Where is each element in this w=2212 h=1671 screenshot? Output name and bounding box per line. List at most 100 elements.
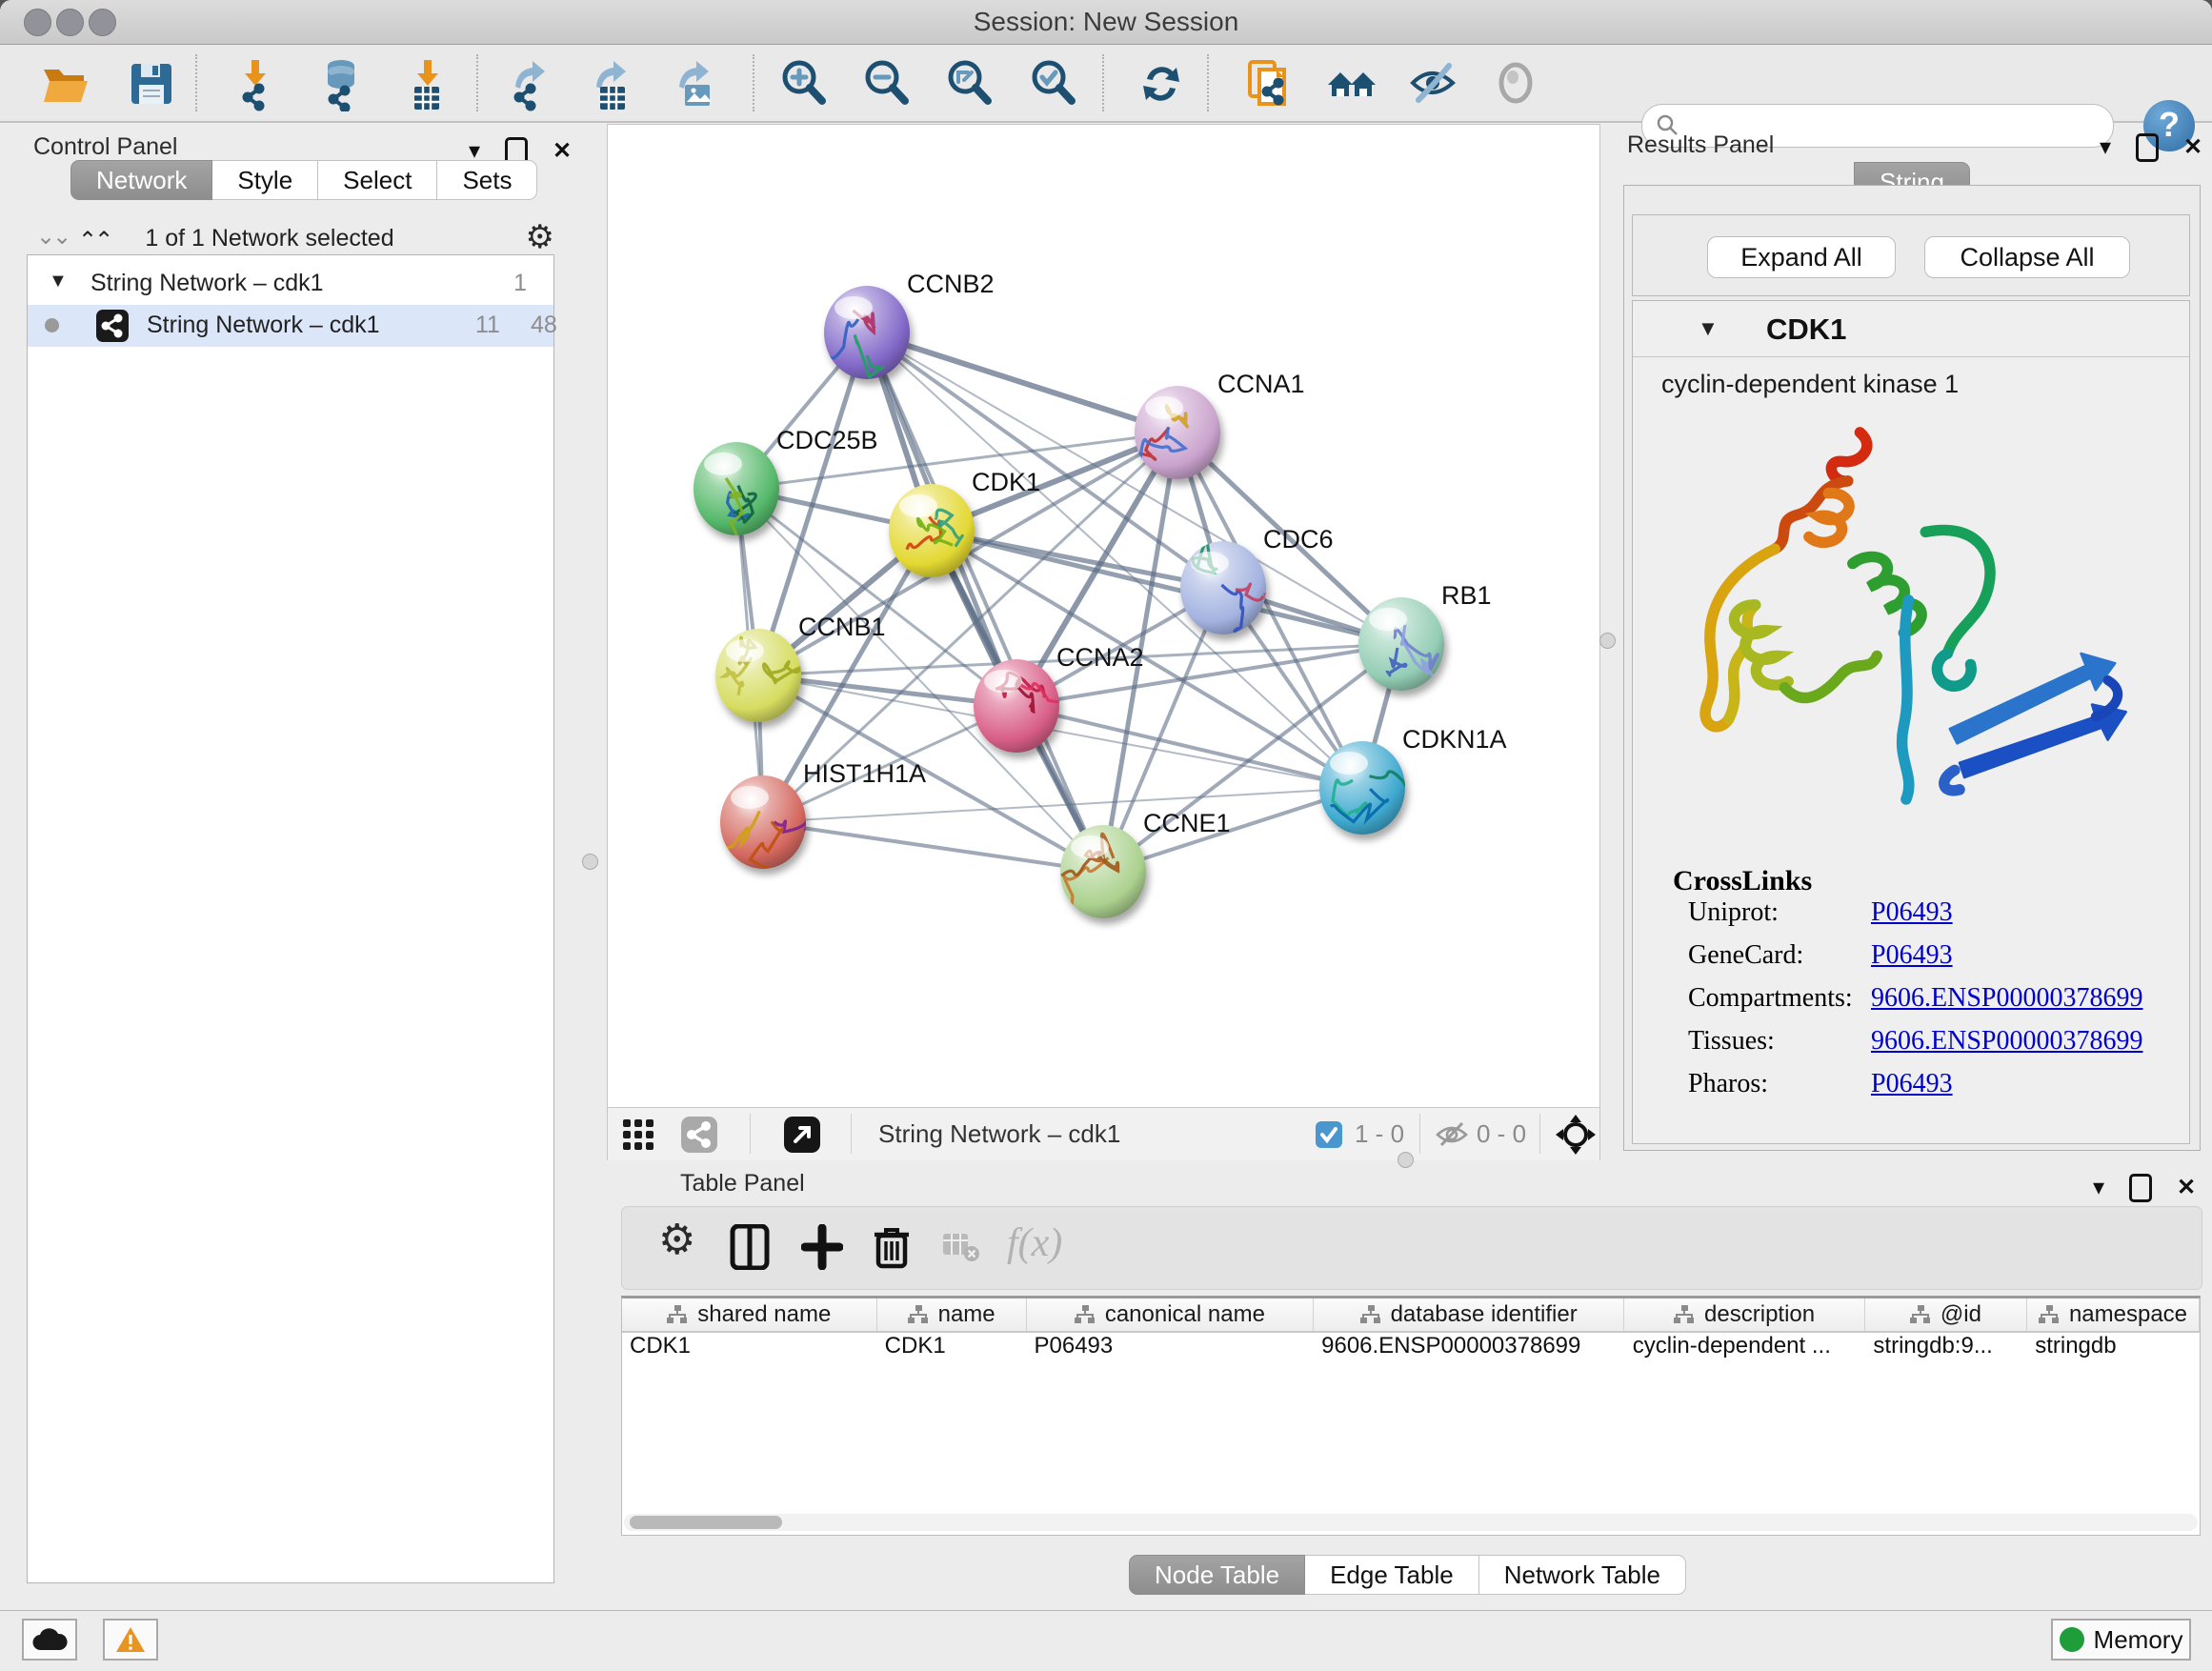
crosslink-link[interactable]: 9606.ENSP00000378699	[1871, 983, 2142, 1014]
table-cell[interactable]: stringdb:9...	[1865, 1333, 2027, 1365]
close-panel-icon[interactable]: ✕	[553, 140, 572, 163]
column-header-namespace[interactable]: namespace	[2027, 1299, 2200, 1331]
table-row[interactable]: CDK1CDK1P064939606.ENSP00000378699cyclin…	[622, 1333, 2200, 1365]
memory-button[interactable]: Memory	[2051, 1619, 2191, 1661]
crosslink-link[interactable]: 9606.ENSP00000378699	[1871, 1026, 2142, 1057]
crosslink-row: Uniprot: P06493	[1673, 897, 1812, 940]
crosslink-link[interactable]: P06493	[1871, 1069, 1953, 1099]
column-header-description[interactable]: description	[1624, 1299, 1865, 1331]
tab-network[interactable]: Network	[70, 160, 212, 200]
horizontal-scrollbar[interactable]	[624, 1514, 2198, 1531]
graph-node-CCNA1[interactable]: CCNA1	[1130, 370, 1304, 479]
table-toolbar: ⚙ f(x)	[621, 1206, 2202, 1290]
open-file-icon[interactable]	[38, 56, 93, 111]
import-network-icon[interactable]	[231, 56, 286, 111]
crosslink-link[interactable]: P06493	[1871, 940, 1953, 971]
network-row-selected[interactable]: String Network – cdk1 11 48	[28, 305, 553, 347]
column-header--id[interactable]: @id	[1865, 1299, 2027, 1331]
table-cell[interactable]: CDK1	[877, 1333, 1027, 1365]
open-in-new-window-icon[interactable]	[783, 1116, 821, 1158]
protein-card-header[interactable]: ▼ CDK1	[1633, 301, 2189, 357]
graph-node-HIST1H1A[interactable]: HIST1H1A	[708, 759, 926, 887]
delete-column-trash-icon[interactable]	[872, 1224, 919, 1272]
column-header-canonical-name[interactable]: canonical name	[1027, 1299, 1314, 1331]
protein-description: cyclin-dependent kinase 1	[1661, 370, 1959, 399]
collapse-panel-icon[interactable]: ▾	[2100, 136, 2111, 159]
crosslink-link[interactable]: P06493	[1871, 897, 1953, 928]
create-column-plus-icon[interactable]	[801, 1224, 849, 1272]
network-status-dot	[45, 318, 59, 332]
tab-edge-table[interactable]: Edge Table	[1305, 1555, 1479, 1595]
close-panel-icon[interactable]: ✕	[2177, 1177, 2196, 1199]
close-panel-icon[interactable]: ✕	[2183, 136, 2202, 159]
crosslink-label: Uniprot:	[1688, 897, 1779, 928]
export-table-icon[interactable]	[583, 56, 638, 111]
graph-node-CDK1[interactable]: CDK1	[889, 468, 1040, 577]
import-table-icon[interactable]	[399, 56, 454, 111]
column-header-database-identifier[interactable]: database identifier	[1314, 1299, 1624, 1331]
collapse-all-button[interactable]: Collapse All	[1924, 236, 2130, 278]
cloud-status-button[interactable]	[22, 1619, 77, 1661]
warning-status-button[interactable]	[103, 1619, 158, 1661]
zoom-out-icon[interactable]	[859, 56, 915, 111]
right-splitter-handle[interactable]	[1599, 633, 1616, 649]
export-network-icon[interactable]	[502, 56, 557, 111]
network-collection-row[interactable]: ▼ String Network – cdk1 1	[28, 263, 553, 305]
graph-node-label: CCNA1	[1217, 370, 1305, 398]
column-header-shared-name[interactable]: shared name	[622, 1299, 877, 1331]
refresh-icon[interactable]	[1134, 56, 1189, 111]
table-cell[interactable]: CDK1	[622, 1333, 877, 1365]
table-cell[interactable]: P06493	[1026, 1333, 1314, 1365]
zoom-fit-icon[interactable]	[942, 56, 997, 111]
expand-all-button[interactable]: Expand All	[1707, 236, 1896, 278]
scrollbar-thumb[interactable]	[630, 1516, 782, 1529]
show-all-icon[interactable]	[1488, 56, 1543, 111]
save-session-icon[interactable]	[124, 56, 179, 111]
graph-edges	[736, 332, 1401, 872]
network-canvas[interactable]: CCNB2 CCNA1 CDC25B CDK1 CDC6 RB1 CCNB1	[608, 125, 1599, 1107]
table-panel: Table Panel ▾ ✕ ⚙	[607, 1160, 2212, 1610]
left-splitter-handle[interactable]	[582, 854, 598, 870]
zoom-selected-icon[interactable]	[1026, 56, 1081, 111]
float-panel-icon[interactable]	[2129, 1174, 2152, 1202]
graph-node-CCNB1[interactable]: CCNB1	[715, 613, 886, 722]
disclosure-triangle-icon[interactable]: ▼	[49, 271, 68, 292]
network-view-title: String Network – cdk1	[878, 1119, 1120, 1149]
float-panel-icon[interactable]	[2136, 133, 2159, 162]
birdseye-crosshair-icon[interactable]	[1555, 1114, 1597, 1160]
delete-table-icon[interactable]	[942, 1232, 990, 1279]
node-count: 11	[475, 312, 500, 339]
crosslink-row: GeneCard: P06493	[1673, 940, 1812, 983]
export-image-icon[interactable]	[666, 56, 721, 111]
crosslink-row: Pharos: P06493	[1673, 1069, 1812, 1112]
bottom-splitter-handle[interactable]	[1398, 1152, 1414, 1168]
table-cell[interactable]: cyclin-dependent ...	[1625, 1333, 1866, 1365]
hidden-node-edge-counts: 0 - 0	[1477, 1119, 1526, 1149]
tab-style[interactable]: Style	[212, 160, 318, 200]
selected-checkbox-icon[interactable]	[1315, 1120, 1343, 1154]
show-columns-icon[interactable]	[729, 1224, 776, 1272]
table-options-gear-icon[interactable]: ⚙	[658, 1224, 706, 1272]
hide-selected-icon[interactable]	[1405, 56, 1460, 111]
disclosure-triangle-icon[interactable]: ▼	[1698, 316, 1719, 341]
birdseye-grid-icon[interactable]	[621, 1116, 657, 1157]
import-database-icon[interactable]	[314, 56, 370, 111]
table-cell[interactable]: 9606.ENSP00000378699	[1314, 1333, 1625, 1365]
tab-select[interactable]: Select	[318, 160, 437, 200]
two-houses-icon[interactable]	[1324, 56, 1379, 111]
tab-node-table[interactable]: Node Table	[1129, 1555, 1305, 1595]
zoom-in-icon[interactable]	[776, 56, 832, 111]
graph-node-CDKN1A[interactable]: CDKN1A	[1319, 725, 1507, 835]
new-network-from-selection-icon[interactable]	[1240, 56, 1296, 111]
graph-node-CDC6[interactable]: CDC6	[1180, 525, 1334, 634]
column-header-name[interactable]: name	[877, 1299, 1027, 1331]
network-share-view-icon[interactable]	[680, 1116, 718, 1158]
graph-node-RB1[interactable]: RB1	[1358, 581, 1492, 693]
function-builder-icon[interactable]: f(x)	[1007, 1220, 1055, 1268]
table-cell[interactable]: stringdb	[2027, 1333, 2200, 1365]
network-options-gear-icon[interactable]: ⚙	[526, 221, 554, 253]
node-table[interactable]: shared namenamecanonical namedatabase id…	[621, 1296, 2201, 1536]
tab-network-table[interactable]: Network Table	[1479, 1555, 1686, 1595]
tab-sets[interactable]: Sets	[437, 160, 537, 200]
collapse-panel-icon[interactable]: ▾	[2093, 1177, 2104, 1199]
